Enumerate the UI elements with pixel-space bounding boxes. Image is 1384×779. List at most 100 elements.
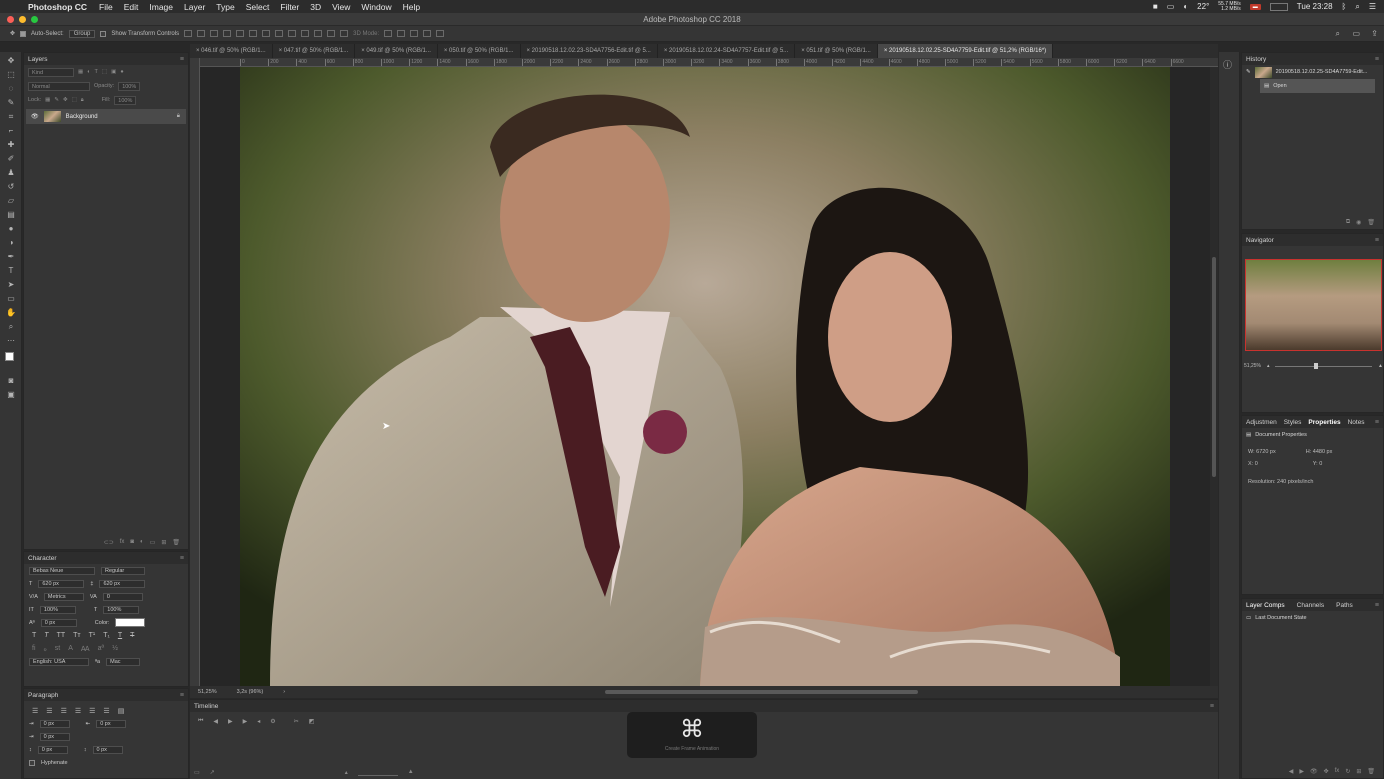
pen-tool[interactable]: ✒ xyxy=(4,252,18,262)
tab-paths[interactable]: Paths xyxy=(1336,602,1353,609)
zoom-window-button[interactable] xyxy=(31,16,38,23)
layer-comp-item[interactable]: ▭ Last Document State xyxy=(1242,611,1383,625)
update-comp-icon[interactable]: ↻ xyxy=(1345,768,1350,775)
menu-layer[interactable]: Layer xyxy=(184,2,205,12)
navigator-tab[interactable]: Navigator xyxy=(1246,237,1274,244)
lock-image-icon[interactable]: ✎ xyxy=(54,97,59,103)
healing-tool[interactable]: ✚ xyxy=(4,140,18,150)
kerning-field[interactable]: Metrics xyxy=(43,592,84,601)
dodge-tool[interactable]: ◑ xyxy=(4,238,18,248)
leading-field[interactable]: 620 px xyxy=(99,579,146,588)
3d-scale-icon[interactable] xyxy=(436,30,445,37)
menu-select[interactable]: Select xyxy=(246,2,270,12)
vertical-scroll-thumb[interactable] xyxy=(1212,257,1216,477)
properties-menu-icon[interactable]: ≡ xyxy=(1375,419,1379,426)
menu-help[interactable]: Help xyxy=(403,2,420,12)
indent-left-field[interactable]: 0 px xyxy=(39,719,70,728)
lock-position-icon[interactable]: ✥ xyxy=(63,97,68,103)
doc-tab-active[interactable]: × 20190518.12.02.25-SD4A7759-Edit.tif @ … xyxy=(877,44,1054,58)
justify-right-button[interactable]: ☰ xyxy=(103,707,109,715)
timing-info[interactable]: 3,2s (96%) xyxy=(237,689,264,695)
fill-field[interactable]: 100% xyxy=(114,95,137,105)
filter-type-icon[interactable]: T xyxy=(95,69,98,75)
search-icon[interactable]: ⌕ xyxy=(1336,29,1340,39)
space-after-field[interactable]: 0 px xyxy=(92,745,123,754)
prev-frame-icon[interactable]: ◀ xyxy=(213,718,218,725)
lock-all-icon[interactable]: 🔒︎ xyxy=(81,97,84,104)
horizontal-scale-field[interactable]: 100% xyxy=(103,605,140,614)
airplay-icon[interactable]: ▭ xyxy=(1167,2,1175,11)
tab-notes[interactable]: Notes xyxy=(1348,419,1365,426)
tab-channels[interactable]: Channels xyxy=(1297,602,1324,609)
menu-filter[interactable]: Filter xyxy=(280,2,299,12)
brush-tool[interactable]: ✐ xyxy=(4,154,18,164)
notification-center-icon[interactable]: ☰ xyxy=(1369,2,1376,11)
panel-menu-icon[interactable]: ≡ xyxy=(180,56,184,63)
menu-window[interactable]: Window xyxy=(361,2,391,12)
doc-tab[interactable]: × 20190518.12.02.23-SD4A7756-Edit.tif @ … xyxy=(521,44,658,58)
filter-smart-icon[interactable]: ▣ xyxy=(111,69,116,75)
superscript-button[interactable]: T¹ xyxy=(89,632,96,639)
auto-select-dropdown[interactable]: Group xyxy=(68,29,96,38)
type-tool[interactable]: T xyxy=(4,266,18,276)
align-left-text-button[interactable]: ☰ xyxy=(32,707,38,715)
distribute-vcenter-icon[interactable] xyxy=(275,30,284,37)
navigator-menu-icon[interactable]: ≡ xyxy=(1375,237,1379,244)
layer-name[interactable]: Background xyxy=(66,114,98,120)
split-icon[interactable]: ✂ xyxy=(294,718,299,725)
show-transform-checkbox[interactable] xyxy=(100,30,107,37)
faux-italic-button[interactable]: T xyxy=(44,632,48,639)
document-canvas[interactable]: ➤ xyxy=(200,67,1210,686)
alternate-button[interactable]: A xyxy=(68,645,73,652)
layers-tab[interactable]: Layers xyxy=(28,56,48,63)
underline-button[interactable]: T xyxy=(118,632,122,639)
menu-edit[interactable]: Edit xyxy=(124,2,139,12)
zoom-in-icon[interactable]: ▲ xyxy=(1378,363,1383,369)
crop-tool[interactable]: ⌗ xyxy=(4,112,18,122)
frame-animation-hud[interactable]: ⌘ Create Frame Animation xyxy=(627,712,757,758)
language-dropdown[interactable]: English: USA xyxy=(29,657,89,666)
zoom-in-timeline-icon[interactable]: ▲ xyxy=(408,769,414,776)
marquee-tool[interactable]: ⬚ xyxy=(4,70,18,80)
shape-tool[interactable]: ▭ xyxy=(4,294,18,304)
space-before-field[interactable]: 0 px xyxy=(37,745,68,754)
foreground-color[interactable] xyxy=(5,352,14,361)
ligature-button[interactable]: fi xyxy=(32,645,36,652)
path-select-tool[interactable]: ➤ xyxy=(4,280,18,290)
small-caps-button[interactable]: Tт xyxy=(73,632,80,639)
titling-button[interactable]: Ꜳ xyxy=(81,645,90,653)
strikethrough-button[interactable]: T xyxy=(130,632,134,639)
history-tab[interactable]: History xyxy=(1246,56,1266,63)
doc-tab[interactable]: × 050.tif @ 50% (RGB/1... xyxy=(438,44,521,58)
align-right-icon[interactable] xyxy=(249,30,258,37)
audio-icon[interactable]: ◂ xyxy=(257,718,260,725)
navigator-zoom-value[interactable]: 51,25% xyxy=(1244,363,1261,369)
menu-view[interactable]: View xyxy=(332,2,350,12)
update-visibility-icon[interactable]: 👁︎ xyxy=(1310,768,1318,775)
font-style-dropdown[interactable]: Regular xyxy=(101,566,145,575)
vertical-scrollbar[interactable] xyxy=(1210,67,1218,686)
baseline-field[interactable]: 0 px xyxy=(40,618,77,627)
delete-state-icon[interactable]: 🗑︎ xyxy=(1367,219,1375,226)
update-appearance-icon[interactable]: fx xyxy=(1335,768,1340,775)
quick-mask-icon[interactable]: ◙ xyxy=(4,376,18,386)
align-top-icon[interactable] xyxy=(184,30,193,37)
character-menu-icon[interactable]: ≡ xyxy=(180,555,184,562)
x-value[interactable]: X: 0 xyxy=(1248,461,1258,467)
menu-type[interactable]: Type xyxy=(216,2,234,12)
transition-icon[interactable]: ◩ xyxy=(309,718,315,725)
minimize-window-button[interactable] xyxy=(19,16,26,23)
convert-icon[interactable]: ↗ xyxy=(210,769,215,776)
bluetooth-icon[interactable]: ᛒ xyxy=(1342,2,1347,11)
distribute-bottom-icon[interactable] xyxy=(288,30,297,37)
settings-gear-icon[interactable]: ⚙ xyxy=(270,718,275,725)
align-bottom-icon[interactable] xyxy=(210,30,219,37)
new-snapshot-icon[interactable]: ◉ xyxy=(1356,219,1361,226)
doc-tab[interactable]: × 051.tif @ 50% (RGB/1... xyxy=(795,44,878,58)
tab-adjustments[interactable]: Adjustmen xyxy=(1246,419,1277,426)
info-icon[interactable]: ⓘ xyxy=(1223,58,1235,71)
history-brush-source-icon[interactable]: ✎ xyxy=(1246,69,1251,75)
more-tools-icon[interactable]: ⋯ xyxy=(4,336,18,346)
layer-kind-filter[interactable]: Kind xyxy=(28,67,74,77)
anti-alias-dropdown[interactable]: Mac xyxy=(106,657,141,666)
